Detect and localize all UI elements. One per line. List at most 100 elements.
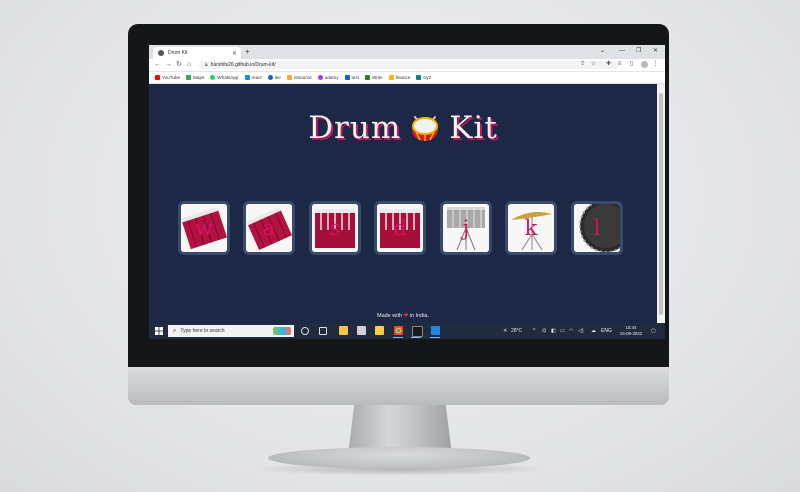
weather-temp[interactable]: 28°C (511, 327, 522, 335)
tray-app-icon[interactable]: ◧ (551, 327, 556, 335)
address-bar[interactable]: 🔒︎ harshits26.github.io/Drum-kit/ (199, 61, 619, 69)
profile-avatar[interactable] (641, 61, 648, 68)
new-tab-button[interactable]: + (245, 47, 250, 57)
terminal-active-indicator (411, 337, 421, 338)
browser-tab[interactable]: Drum Kit ✕ (153, 47, 241, 59)
drum-key-w[interactable]: w (178, 201, 230, 255)
task-view-icon[interactable] (319, 327, 327, 335)
sidebar-icon[interactable]: ▯ (628, 61, 635, 68)
browser-tab-bar: Drum Kit ✕ + ⌄ — ❐ ✕ (149, 45, 665, 59)
extensions-icon[interactable]: ✚ (605, 61, 612, 68)
bookmark-resource[interactable]: resource (286, 75, 312, 80)
drum-key-l[interactable]: l (571, 201, 623, 255)
cortana-icon[interactable] (301, 327, 309, 335)
network-icon[interactable]: ⌬ (542, 327, 546, 335)
bookmark-label: resource (293, 75, 312, 80)
drum-key-s[interactable]: s (309, 201, 361, 255)
drum-keys: w a s d j k l (178, 201, 638, 259)
onedrive-icon[interactable]: ☁ (591, 327, 596, 335)
tab-title: Drum Kit (168, 50, 188, 56)
folder-icon (286, 75, 292, 80)
tab-search-icon[interactable]: ⌄ (600, 46, 605, 56)
reload-icon[interactable]: ↻ (176, 60, 182, 70)
scrollbar-thumb[interactable] (659, 93, 663, 315)
chrome-icon[interactable] (394, 326, 403, 335)
bookmark-label: Maps (193, 75, 205, 80)
window-close-icon[interactable]: ✕ (653, 46, 658, 56)
bookmark-label: lee (274, 75, 281, 80)
footer-prefix: Made with (376, 313, 403, 319)
lock-icon: 🔒︎ (205, 62, 208, 68)
bookmark-star-icon[interactable]: ☆ (590, 61, 597, 68)
forward-icon[interactable]: → (165, 60, 172, 70)
key-letter: d (393, 216, 407, 240)
drum-kit-page: Drum Kit w a s d j k l Made with ❤ in In… (149, 84, 657, 324)
tray-chevron-icon[interactable]: ^ (533, 327, 535, 335)
bookmark-label: try2 (423, 75, 432, 80)
key-letter: a (262, 216, 276, 240)
bookmark-link-icon (364, 75, 370, 80)
search-icon: ⌕ (173, 327, 177, 334)
vscode-icon[interactable] (431, 326, 440, 335)
bookmark-youtube[interactable]: YouTube (155, 75, 180, 80)
title-drum: Drum (308, 110, 402, 146)
taskbar-search[interactable]: ⌕ Type here to search (168, 325, 294, 337)
bookmark-label: test (351, 75, 359, 80)
volume-icon[interactable]: ◁) (578, 327, 584, 335)
menu-icon[interactable]: ⋮ (652, 61, 659, 68)
bookmark-write[interactable]: Write (364, 75, 383, 80)
bookmark-link-icon (344, 75, 350, 80)
language-indicator[interactable]: ENG (601, 327, 612, 335)
restore-icon[interactable]: ❐ (636, 46, 641, 56)
terminal-icon[interactable] (412, 326, 423, 337)
key-letter: k (524, 216, 538, 240)
url-text: harshits26.github.io/Drum-kit/ (210, 62, 276, 68)
share-icon[interactable]: ⇪ (579, 61, 586, 68)
file-explorer-icon[interactable] (339, 326, 348, 335)
battery-icon[interactable]: ▭ (560, 327, 565, 335)
key-letter: s (329, 216, 341, 240)
clock-date: 16-09-2022 (619, 331, 643, 336)
folder-icon (388, 75, 394, 80)
bookmarks-bar: YouTube Maps WhatsApp react lee resource… (149, 72, 665, 84)
bookmark-label: finance (395, 75, 411, 80)
sticky-notes-icon[interactable] (375, 326, 384, 335)
bookmark-maps[interactable]: Maps (186, 75, 204, 80)
playlist-icon[interactable]: ≡ (616, 61, 623, 68)
search-placeholder: Type here to search (180, 328, 225, 334)
bookmark-label: udemy (324, 75, 339, 80)
bookmark-react[interactable]: react (244, 75, 262, 80)
chrome-active-indicator (393, 337, 403, 338)
tab-close-icon[interactable]: ✕ (232, 50, 237, 57)
heart-icon: ❤ (403, 313, 409, 319)
weather-icon[interactable]: ☀ (503, 327, 507, 335)
drum-key-k[interactable]: k (505, 201, 557, 255)
drum-key-d[interactable]: d (374, 201, 426, 255)
back-icon[interactable]: ← (154, 60, 161, 70)
taskbar-clock[interactable]: 15:44 16-09-2022 (617, 325, 645, 337)
bookmark-finance[interactable]: finance (388, 75, 411, 80)
windows-start-icon[interactable] (155, 327, 163, 335)
udemy-icon (317, 75, 323, 80)
search-highlight-icon (273, 327, 291, 335)
minimize-icon[interactable]: — (619, 46, 625, 56)
store-icon[interactable] (357, 326, 366, 335)
bookmark-label: react (251, 75, 262, 80)
notifications-icon[interactable]: ▢ (651, 327, 656, 335)
key-letter: w (195, 216, 213, 240)
drum-key-j[interactable]: j (440, 201, 492, 255)
page-title: Drum Kit (149, 110, 657, 146)
home-icon[interactable]: ⌂ (187, 60, 191, 70)
wifi-icon[interactable]: ◠ (569, 327, 573, 335)
title-kit: Kit (449, 110, 498, 146)
bookmark-lee[interactable]: lee (267, 75, 281, 80)
footer-suffix: in India. (409, 313, 429, 319)
key-letter: j (462, 216, 470, 240)
bookmark-try2[interactable]: try2 (416, 75, 431, 80)
drum-key-a[interactable]: a (243, 201, 295, 255)
bookmark-test[interactable]: test (344, 75, 359, 80)
bookmark-label: WhatsApp (217, 75, 239, 80)
bookmark-whatsapp[interactable]: WhatsApp (210, 75, 239, 80)
bookmark-udemy[interactable]: udemy (317, 75, 339, 80)
bookmark-link-icon (244, 75, 250, 80)
